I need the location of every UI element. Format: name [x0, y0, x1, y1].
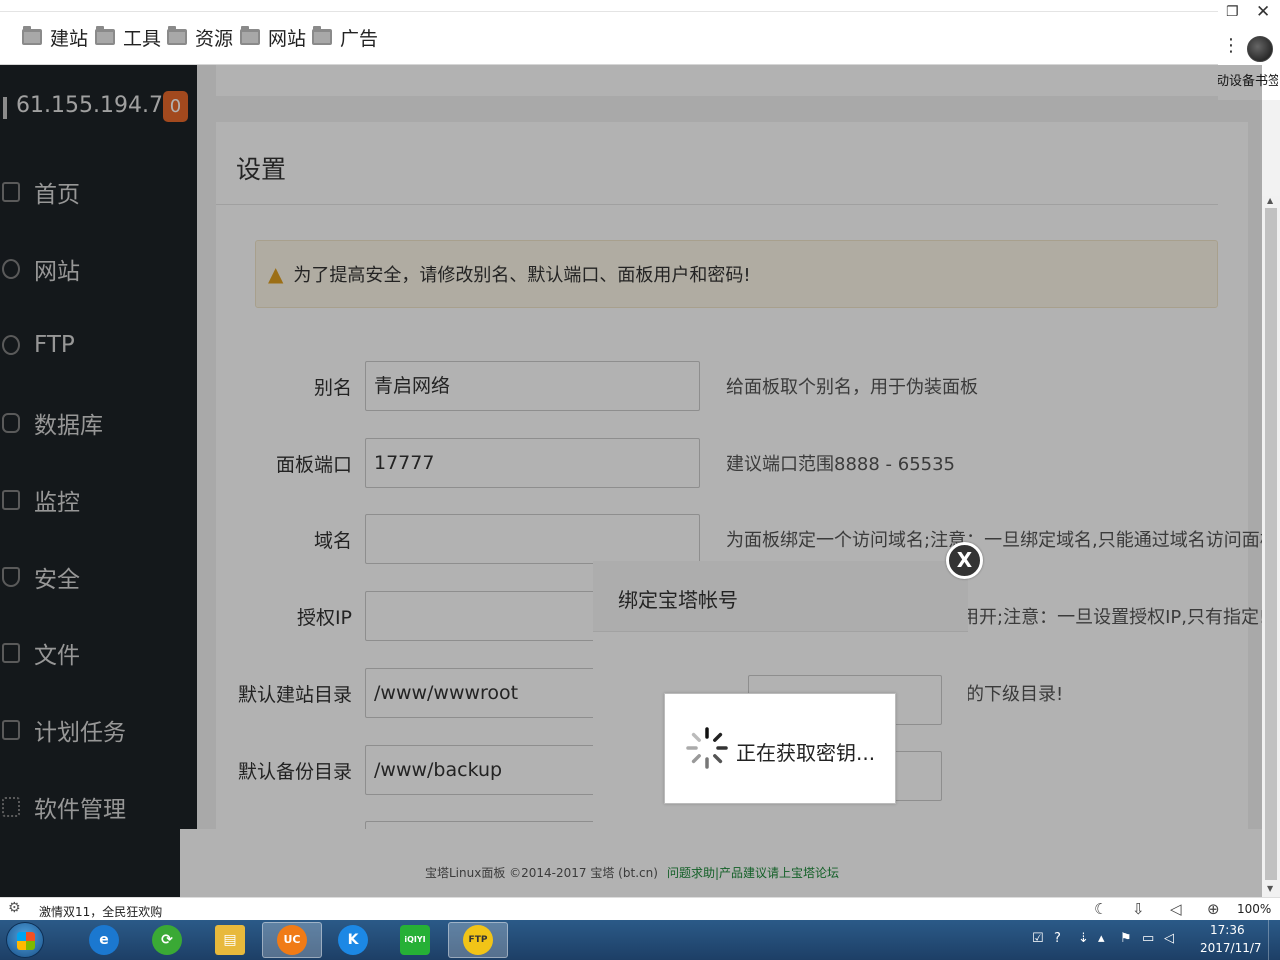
loading-text: 正在获取密钥...	[736, 741, 876, 765]
gear-icon[interactable]: ⚙	[8, 900, 21, 916]
bookmark-label: 广告	[340, 27, 379, 50]
k-app-icon: K	[338, 925, 368, 955]
windows-logo-icon	[17, 932, 35, 950]
bookmark-bar: 建站 工具 资源 网站 广告	[0, 0, 1218, 65]
clock-date[interactable]: 2017/11/7	[1200, 941, 1262, 955]
taskbar-app-iqiyi[interactable]: iQIYI	[385, 922, 445, 958]
windows-taskbar: e ⟳ ▤ UC K iQIYI FTP ☑ ? ⇣ ▴ ⚑ ▭ ◁ 17:36…	[0, 920, 1280, 960]
bookmark-label: 资源	[195, 27, 234, 50]
bookmark-label: 网站	[268, 27, 307, 50]
taskbar-app-ftp[interactable]: FTP	[448, 922, 508, 958]
bookmark-label: 工具	[123, 27, 162, 50]
360-browser-icon: ⟳	[152, 925, 182, 955]
dialog-close-button[interactable]: X	[946, 542, 983, 579]
ie-icon: e	[89, 925, 119, 955]
help-icon[interactable]: ?	[1054, 931, 1061, 946]
show-desktop-button[interactable]	[1268, 920, 1280, 960]
page-scrollbar[interactable]: ▲ ▼	[1262, 196, 1280, 897]
file-explorer-icon: ▤	[215, 925, 245, 955]
scroll-up-icon[interactable]: ▲	[1267, 196, 1273, 205]
bookmark-label: 建站	[50, 27, 89, 50]
flag-icon[interactable]: ⚑	[1120, 931, 1132, 946]
browser-status-bar: ⚙ 激情双11，全民狂欢购 ☾ ⇩ ◁ ⊕ 100%	[0, 897, 1280, 920]
uc-browser-icon: UC	[277, 925, 307, 955]
usb-icon[interactable]: ⇣	[1078, 931, 1089, 946]
bookmark-folder-ziyuan[interactable]: 资源	[167, 22, 233, 52]
bookmark-folder-gongju[interactable]: 工具	[95, 22, 161, 52]
start-button[interactable]	[6, 922, 44, 958]
ftp-app-icon: FTP	[463, 925, 493, 955]
system-tray: ☑ ? ⇣ ▴ ⚑ ▭ ◁ 17:36 2017/11/7	[1020, 920, 1280, 960]
speaker-icon[interactable]: ◁	[1164, 931, 1174, 946]
zoom-level[interactable]: 100%	[1237, 902, 1271, 916]
bookmark-folder-jianzhan[interactable]: 建站	[22, 22, 88, 52]
iqiyi-icon: iQIYI	[400, 925, 430, 955]
more-menu-icon[interactable]: ⋮	[1222, 36, 1240, 56]
tray-checkbox-icon[interactable]: ☑	[1032, 931, 1044, 946]
loading-box: 正在获取密钥...	[664, 693, 896, 804]
spinner-icon	[686, 727, 728, 769]
folder-icon	[167, 26, 187, 45]
bookmark-folder-wangzhan[interactable]: 网站	[240, 22, 306, 52]
show-hidden-icon[interactable]: ▴	[1098, 931, 1105, 946]
zoom-icon[interactable]: ⊕	[1207, 900, 1220, 918]
tab-strip	[0, 0, 1218, 12]
scroll-thumb[interactable]	[1265, 208, 1277, 880]
close-window-icon[interactable]: ✕	[1256, 2, 1270, 22]
folder-icon	[22, 26, 42, 45]
folder-icon	[240, 26, 260, 45]
taskbar-app-k[interactable]: K	[323, 922, 383, 958]
taskbar-app-360[interactable]: ⟳	[137, 922, 197, 958]
status-news-link[interactable]: 激情双11，全民狂欢购	[39, 903, 162, 920]
taskbar-app-ie[interactable]: e	[74, 922, 134, 958]
network-icon[interactable]: ▭	[1142, 931, 1154, 946]
volume-icon[interactable]: ◁	[1170, 900, 1182, 918]
user-avatar[interactable]	[1247, 36, 1273, 62]
download-icon[interactable]: ⇩	[1132, 900, 1145, 918]
folder-icon	[95, 26, 115, 45]
scroll-down-icon[interactable]: ▼	[1267, 884, 1273, 893]
taskbar-app-explorer[interactable]: ▤	[200, 922, 260, 958]
night-mode-icon[interactable]: ☾	[1094, 900, 1107, 918]
taskbar-app-uc[interactable]: UC	[262, 922, 322, 958]
bookmark-folder-guanggao[interactable]: 广告	[312, 22, 378, 52]
clock-time[interactable]: 17:36	[1210, 923, 1245, 937]
folder-icon	[312, 26, 332, 45]
restore-window-icon[interactable]: ❐	[1226, 4, 1239, 20]
